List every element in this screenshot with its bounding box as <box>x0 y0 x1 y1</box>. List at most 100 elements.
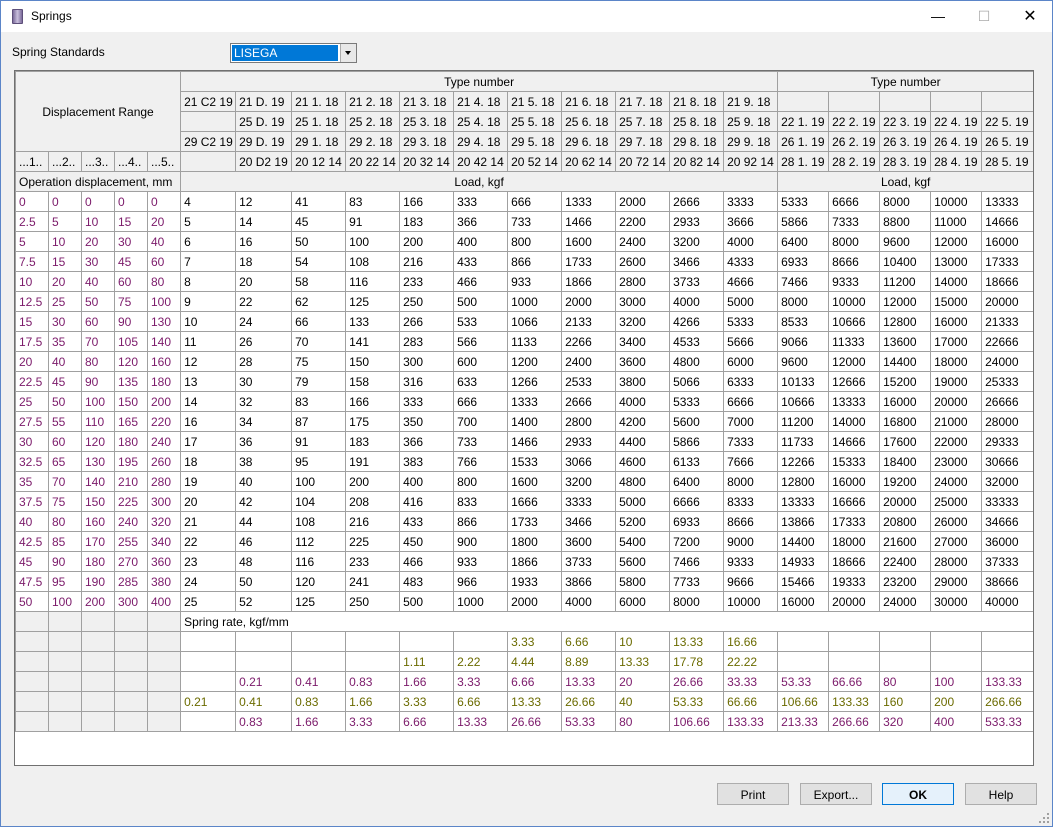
spring-rate-cell[interactable] <box>345 631 401 652</box>
load-cell[interactable]: 11333 <box>828 331 881 352</box>
load-cell[interactable]: 38666 <box>981 571 1033 592</box>
range-col-header[interactable]: ...4.. <box>114 151 148 172</box>
load-cell[interactable]: 1000 <box>507 291 563 312</box>
load-cell[interactable]: 500 <box>399 591 455 612</box>
table-row[interactable]: 45 90 180 270 360 23 48 116 233 466 933 1866 3733 560… <box>15 551 1033 572</box>
load-cell[interactable]: 100 <box>291 471 347 492</box>
spring-rate-row[interactable]: 3.33 6.66 10 13.33 16.66 <box>15 631 1033 652</box>
print-button[interactable]: Print <box>717 783 789 805</box>
load-cell[interactable]: 1733 <box>561 251 617 272</box>
load-cell[interactable]: 15466 <box>777 571 830 592</box>
load-cell[interactable]: 6 <box>180 231 237 252</box>
spring-rate-cell[interactable]: 0.21 <box>180 691 237 712</box>
load-cell[interactable]: 12800 <box>879 311 932 332</box>
load-cell[interactable]: 3733 <box>669 271 725 292</box>
load-cell[interactable]: 5000 <box>723 291 779 312</box>
load-cell[interactable]: 6333 <box>723 371 779 392</box>
displacement-cell[interactable]: 150 <box>81 491 115 512</box>
load-cell[interactable]: 26 <box>235 331 293 352</box>
load-cell[interactable]: 18 <box>180 451 237 472</box>
load-cell[interactable]: 50 <box>291 231 347 252</box>
load-cell[interactable]: 91 <box>291 431 347 452</box>
spring-rate-cell[interactable]: 133.33 <box>828 691 881 712</box>
table-row[interactable]: 15 30 60 90 130 10 24 66 133 266 533 1066 2133 3200 42… <box>15 311 1033 332</box>
load-cell[interactable]: 9066 <box>777 331 830 352</box>
load-cell[interactable]: 10000 <box>828 291 881 312</box>
spring-rate-cell[interactable]: 1.66 <box>399 671 455 692</box>
displacement-cell[interactable]: 50 <box>81 291 115 312</box>
displacement-cell[interactable]: 135 <box>114 371 148 392</box>
displacement-cell[interactable]: 260 <box>146 451 182 472</box>
load-cell[interactable]: 25333 <box>981 371 1033 392</box>
displacement-cell[interactable]: 195 <box>114 451 148 472</box>
spring-rate-cell[interactable]: 13.33 <box>507 691 563 712</box>
load-cell[interactable]: 20000 <box>828 591 881 612</box>
load-cell[interactable]: 483 <box>399 571 455 592</box>
table-row[interactable]: 2.5 5 10 15 20 5 14 45 91 183 366 733 1466 2200 2933 36… <box>15 211 1033 232</box>
table-row[interactable]: 20 40 80 120 160 12 28 75 150 300 600 1200 2400 3600 4… <box>15 351 1033 372</box>
load-cell[interactable]: 2000 <box>507 591 563 612</box>
load-cell[interactable]: 1866 <box>507 551 563 572</box>
load-cell[interactable]: 3666 <box>723 211 779 232</box>
load-cell[interactable]: 24 <box>180 571 237 592</box>
load-cell[interactable]: 30666 <box>981 451 1033 472</box>
displacement-cell[interactable]: 60 <box>114 271 148 292</box>
load-cell[interactable]: 12000 <box>930 231 983 252</box>
displacement-cell[interactable]: 130 <box>81 451 115 472</box>
spring-rate-cell[interactable] <box>777 631 830 652</box>
displacement-cell[interactable]: 7.5 <box>15 251 49 272</box>
displacement-cell[interactable]: 160 <box>146 351 182 372</box>
load-cell[interactable]: 83 <box>291 391 347 412</box>
load-cell[interactable]: 8666 <box>723 511 779 532</box>
table-row[interactable]: 42.5 85 170 255 340 22 46 112 225 450 900 1800 3600 5… <box>15 531 1033 552</box>
load-cell[interactable]: 7200 <box>669 531 725 552</box>
load-cell[interactable]: 6666 <box>723 391 779 412</box>
load-cell[interactable]: 241 <box>345 571 401 592</box>
displacement-cell[interactable]: 70 <box>81 331 115 352</box>
displacement-cell[interactable]: 220 <box>146 411 182 432</box>
load-cell[interactable]: 11000 <box>930 211 983 232</box>
spring-rate-cell[interactable]: 3.33 <box>399 691 455 712</box>
load-cell[interactable]: 10400 <box>879 251 932 272</box>
load-cell[interactable]: 4600 <box>615 451 671 472</box>
load-cell[interactable]: 1533 <box>507 451 563 472</box>
load-cell[interactable]: 3066 <box>561 451 617 472</box>
load-cell[interactable]: 8000 <box>723 471 779 492</box>
minimize-button[interactable]: — <box>915 1 961 32</box>
load-cell[interactable]: 19 <box>180 471 237 492</box>
load-cell[interactable]: 15333 <box>828 451 881 472</box>
displacement-cell[interactable]: 380 <box>146 571 182 592</box>
spring-rate-cell[interactable]: 26.66 <box>669 671 725 692</box>
displacement-cell[interactable]: 150 <box>114 391 148 412</box>
load-cell[interactable]: 1933 <box>507 571 563 592</box>
displacement-cell[interactable]: 37.5 <box>15 491 49 512</box>
load-cell[interactable]: 14 <box>180 391 237 412</box>
displacement-cell[interactable]: 140 <box>81 471 115 492</box>
load-cell[interactable]: 42 <box>235 491 293 512</box>
load-cell[interactable]: 19000 <box>930 371 983 392</box>
load-cell[interactable]: 466 <box>453 271 509 292</box>
spring-rate-cell[interactable]: 4.44 <box>507 651 563 672</box>
displacement-cell[interactable]: 40 <box>81 271 115 292</box>
load-cell[interactable]: 23 <box>180 551 237 572</box>
load-cell[interactable]: 633 <box>453 371 509 392</box>
load-cell[interactable]: 21 <box>180 511 237 532</box>
displacement-cell[interactable]: 340 <box>146 531 182 552</box>
load-cell[interactable]: 108 <box>345 251 401 272</box>
load-cell[interactable]: 30000 <box>930 591 983 612</box>
load-cell[interactable]: 3466 <box>669 251 725 272</box>
load-cell[interactable]: 10666 <box>828 311 881 332</box>
displacement-cell[interactable]: 30 <box>81 251 115 272</box>
displacement-cell[interactable]: 225 <box>114 491 148 512</box>
spring-rate-cell[interactable] <box>291 651 347 672</box>
spring-rate-cell[interactable]: 0.41 <box>291 671 347 692</box>
load-cell[interactable]: 116 <box>345 271 401 292</box>
load-cell[interactable]: 2666 <box>669 191 725 212</box>
load-cell[interactable]: 20 <box>235 271 293 292</box>
displacement-cell[interactable]: 0 <box>146 191 182 212</box>
load-cell[interactable]: 9600 <box>777 351 830 372</box>
load-cell[interactable]: 32000 <box>981 471 1033 492</box>
displacement-cell[interactable]: 20 <box>81 231 115 252</box>
load-cell[interactable]: 33333 <box>981 491 1033 512</box>
displacement-cell[interactable]: 30 <box>114 231 148 252</box>
